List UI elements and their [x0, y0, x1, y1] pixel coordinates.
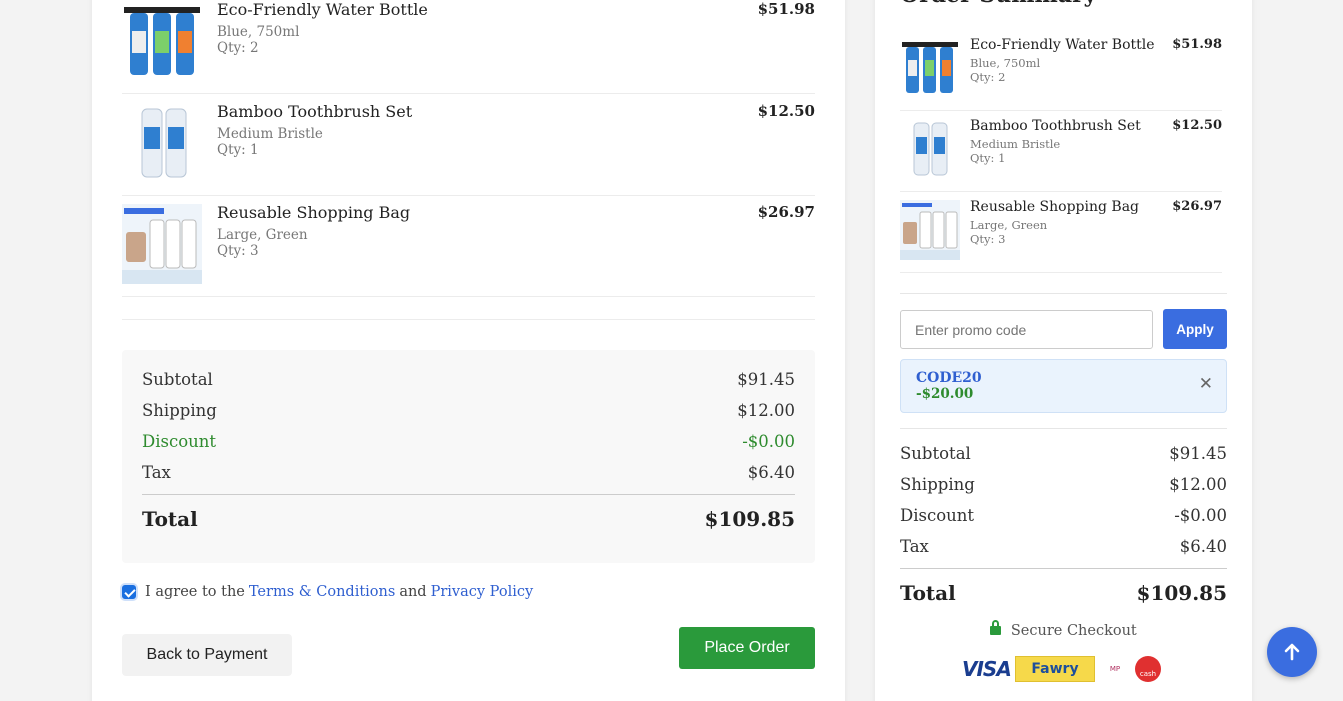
place-order-button[interactable]: Place Order: [679, 627, 815, 669]
agree-prefix: I agree to the: [145, 584, 245, 600]
cart-item: Eco-Friendly Water Bottle Blue, 750ml Qt…: [122, 0, 815, 94]
order-totals: Subtotal $91.45 Shipping $12.00 Discount…: [122, 350, 815, 563]
summary-tax-label: Tax: [900, 537, 929, 556]
summary-shipping-row: Shipping $12.00: [900, 475, 1227, 494]
summary-total-row: Total $109.85: [900, 581, 1227, 605]
order-review-card: Eco-Friendly Water Bottle Blue, 750ml Qt…: [92, 0, 845, 701]
summary-item-variant: Blue, 750ml: [970, 56, 1041, 70]
promo-amount: -$20.00: [916, 386, 974, 402]
secure-checkout: Secure Checkout: [875, 620, 1252, 639]
filter-cartridge-product-image: [913, 122, 948, 176]
summary-shipping-value: $12.00: [1169, 475, 1227, 494]
shipping-label: Shipping: [142, 401, 217, 420]
order-summary-card: Order Summary Eco-Friendly Water Bottle …: [875, 0, 1252, 701]
summary-divider: [900, 428, 1227, 429]
item-price: $26.97: [757, 203, 815, 221]
summary-discount-label: Discount: [900, 506, 975, 525]
payment-methods: VISA Fawry MP cash: [962, 654, 1161, 684]
meeza-logo-icon: MP: [1109, 665, 1121, 673]
summary-total-label: Total: [900, 581, 956, 605]
item-variant: Blue, 750ml: [217, 24, 300, 40]
item-qty: Qty: 2: [217, 40, 259, 56]
summary-title: Order Summary: [900, 0, 1096, 8]
five-stage-filter-product-image: [122, 204, 202, 284]
visa-logo-icon: VISA: [962, 657, 1012, 681]
summary-total-divider: [900, 568, 1227, 569]
summary-total-value: $109.85: [1136, 581, 1227, 605]
summary-discount-value: -$0.00: [1174, 506, 1227, 525]
summary-item-variant: Medium Bristle: [970, 137, 1061, 151]
subtotal-row: Subtotal $91.45: [142, 370, 795, 389]
item-qty: Qty: 1: [217, 142, 259, 158]
secure-checkout-label: Secure Checkout: [1010, 623, 1137, 639]
privacy-link[interactable]: Privacy Policy: [431, 584, 534, 600]
summary-item-name: Bamboo Toothbrush Set: [970, 118, 1141, 134]
apply-promo-button[interactable]: Apply: [1163, 309, 1227, 349]
filter-cartridge-product-image: [141, 108, 187, 178]
promo-code-input[interactable]: [900, 310, 1153, 349]
tax-value: $6.40: [747, 463, 795, 482]
water-filter-product-image: [902, 42, 958, 93]
summary-item-price: $26.97: [1172, 199, 1222, 214]
summary-item: Bamboo Toothbrush Set Medium Bristle Qty…: [900, 111, 1222, 192]
tax-row: Tax $6.40: [142, 463, 795, 482]
summary-item-qty: Qty: 2: [970, 70, 1006, 84]
summary-item-price: $51.98: [1172, 37, 1222, 52]
item-variant: Large, Green: [217, 227, 308, 243]
total-value: $109.85: [704, 507, 795, 531]
scroll-to-top-button[interactable]: [1267, 627, 1317, 677]
total-row: Total $109.85: [142, 507, 795, 531]
item-price: $12.50: [757, 102, 815, 120]
summary-item-qty: Qty: 1: [970, 151, 1006, 165]
summary-item-name: Eco-Friendly Water Bottle: [970, 37, 1155, 53]
section-divider: [122, 319, 815, 320]
totals-divider: [142, 494, 795, 495]
terms-agreement: I agree to the Terms & Conditions and Pr…: [122, 584, 537, 600]
summary-discount-row: Discount -$0.00: [900, 506, 1227, 525]
summary-item-qty: Qty: 3: [970, 232, 1006, 246]
summary-subtotal-label: Subtotal: [900, 444, 971, 463]
terms-link[interactable]: Terms & Conditions: [249, 584, 395, 600]
promo-code: CODE20: [916, 370, 982, 386]
summary-shipping-label: Shipping: [900, 475, 975, 494]
item-name: Eco-Friendly Water Bottle: [217, 0, 428, 19]
subtotal-label: Subtotal: [142, 370, 213, 389]
summary-item-variant: Large, Green: [970, 218, 1048, 232]
discount-label: Discount: [142, 432, 217, 451]
lock-icon: [990, 620, 1002, 635]
item-name: Reusable Shopping Bag: [217, 203, 411, 222]
tax-label: Tax: [142, 463, 171, 482]
agree-middle: and: [399, 584, 427, 600]
item-name: Bamboo Toothbrush Set: [217, 102, 413, 121]
summary-tax-value: $6.40: [1179, 537, 1227, 556]
summary-item-price: $12.50: [1172, 118, 1222, 133]
summary-divider: [900, 293, 1227, 294]
summary-subtotal-value: $91.45: [1169, 444, 1227, 463]
summary-item: Reusable Shopping Bag Large, Green Qty: …: [900, 192, 1222, 273]
fawry-logo-icon: Fawry: [1015, 656, 1095, 682]
summary-item-name: Reusable Shopping Bag: [970, 199, 1140, 215]
item-variant: Medium Bristle: [217, 126, 323, 142]
cart-item: Bamboo Toothbrush Set Medium Bristle Qty…: [122, 95, 815, 196]
total-label: Total: [142, 507, 198, 531]
applied-promo-badge: CODE20 -$20.00 ✕: [900, 359, 1227, 413]
shipping-row: Shipping $12.00: [142, 401, 795, 420]
discount-row: Discount -$0.00: [142, 432, 795, 451]
back-to-payment-button[interactable]: Back to Payment: [122, 634, 292, 676]
five-stage-filter-product-image: [900, 200, 960, 260]
shipping-value: $12.00: [737, 401, 795, 420]
discount-value: -$0.00: [742, 432, 795, 451]
subtotal-value: $91.45: [737, 370, 795, 389]
water-filter-product-image: [124, 7, 200, 75]
cash-logo-icon: cash: [1135, 656, 1161, 682]
summary-tax-row: Tax $6.40: [900, 537, 1227, 556]
item-price: $51.98: [757, 0, 815, 18]
summary-item: Eco-Friendly Water Bottle Blue, 750ml Qt…: [900, 30, 1222, 111]
remove-promo-icon[interactable]: ✕: [1199, 374, 1213, 394]
item-qty: Qty: 3: [217, 243, 259, 259]
agree-checkbox[interactable]: [122, 585, 136, 599]
cart-item: Reusable Shopping Bag Large, Green Qty: …: [122, 196, 815, 297]
summary-subtotal-row: Subtotal $91.45: [900, 444, 1227, 463]
arrow-up-icon: [1284, 643, 1300, 661]
